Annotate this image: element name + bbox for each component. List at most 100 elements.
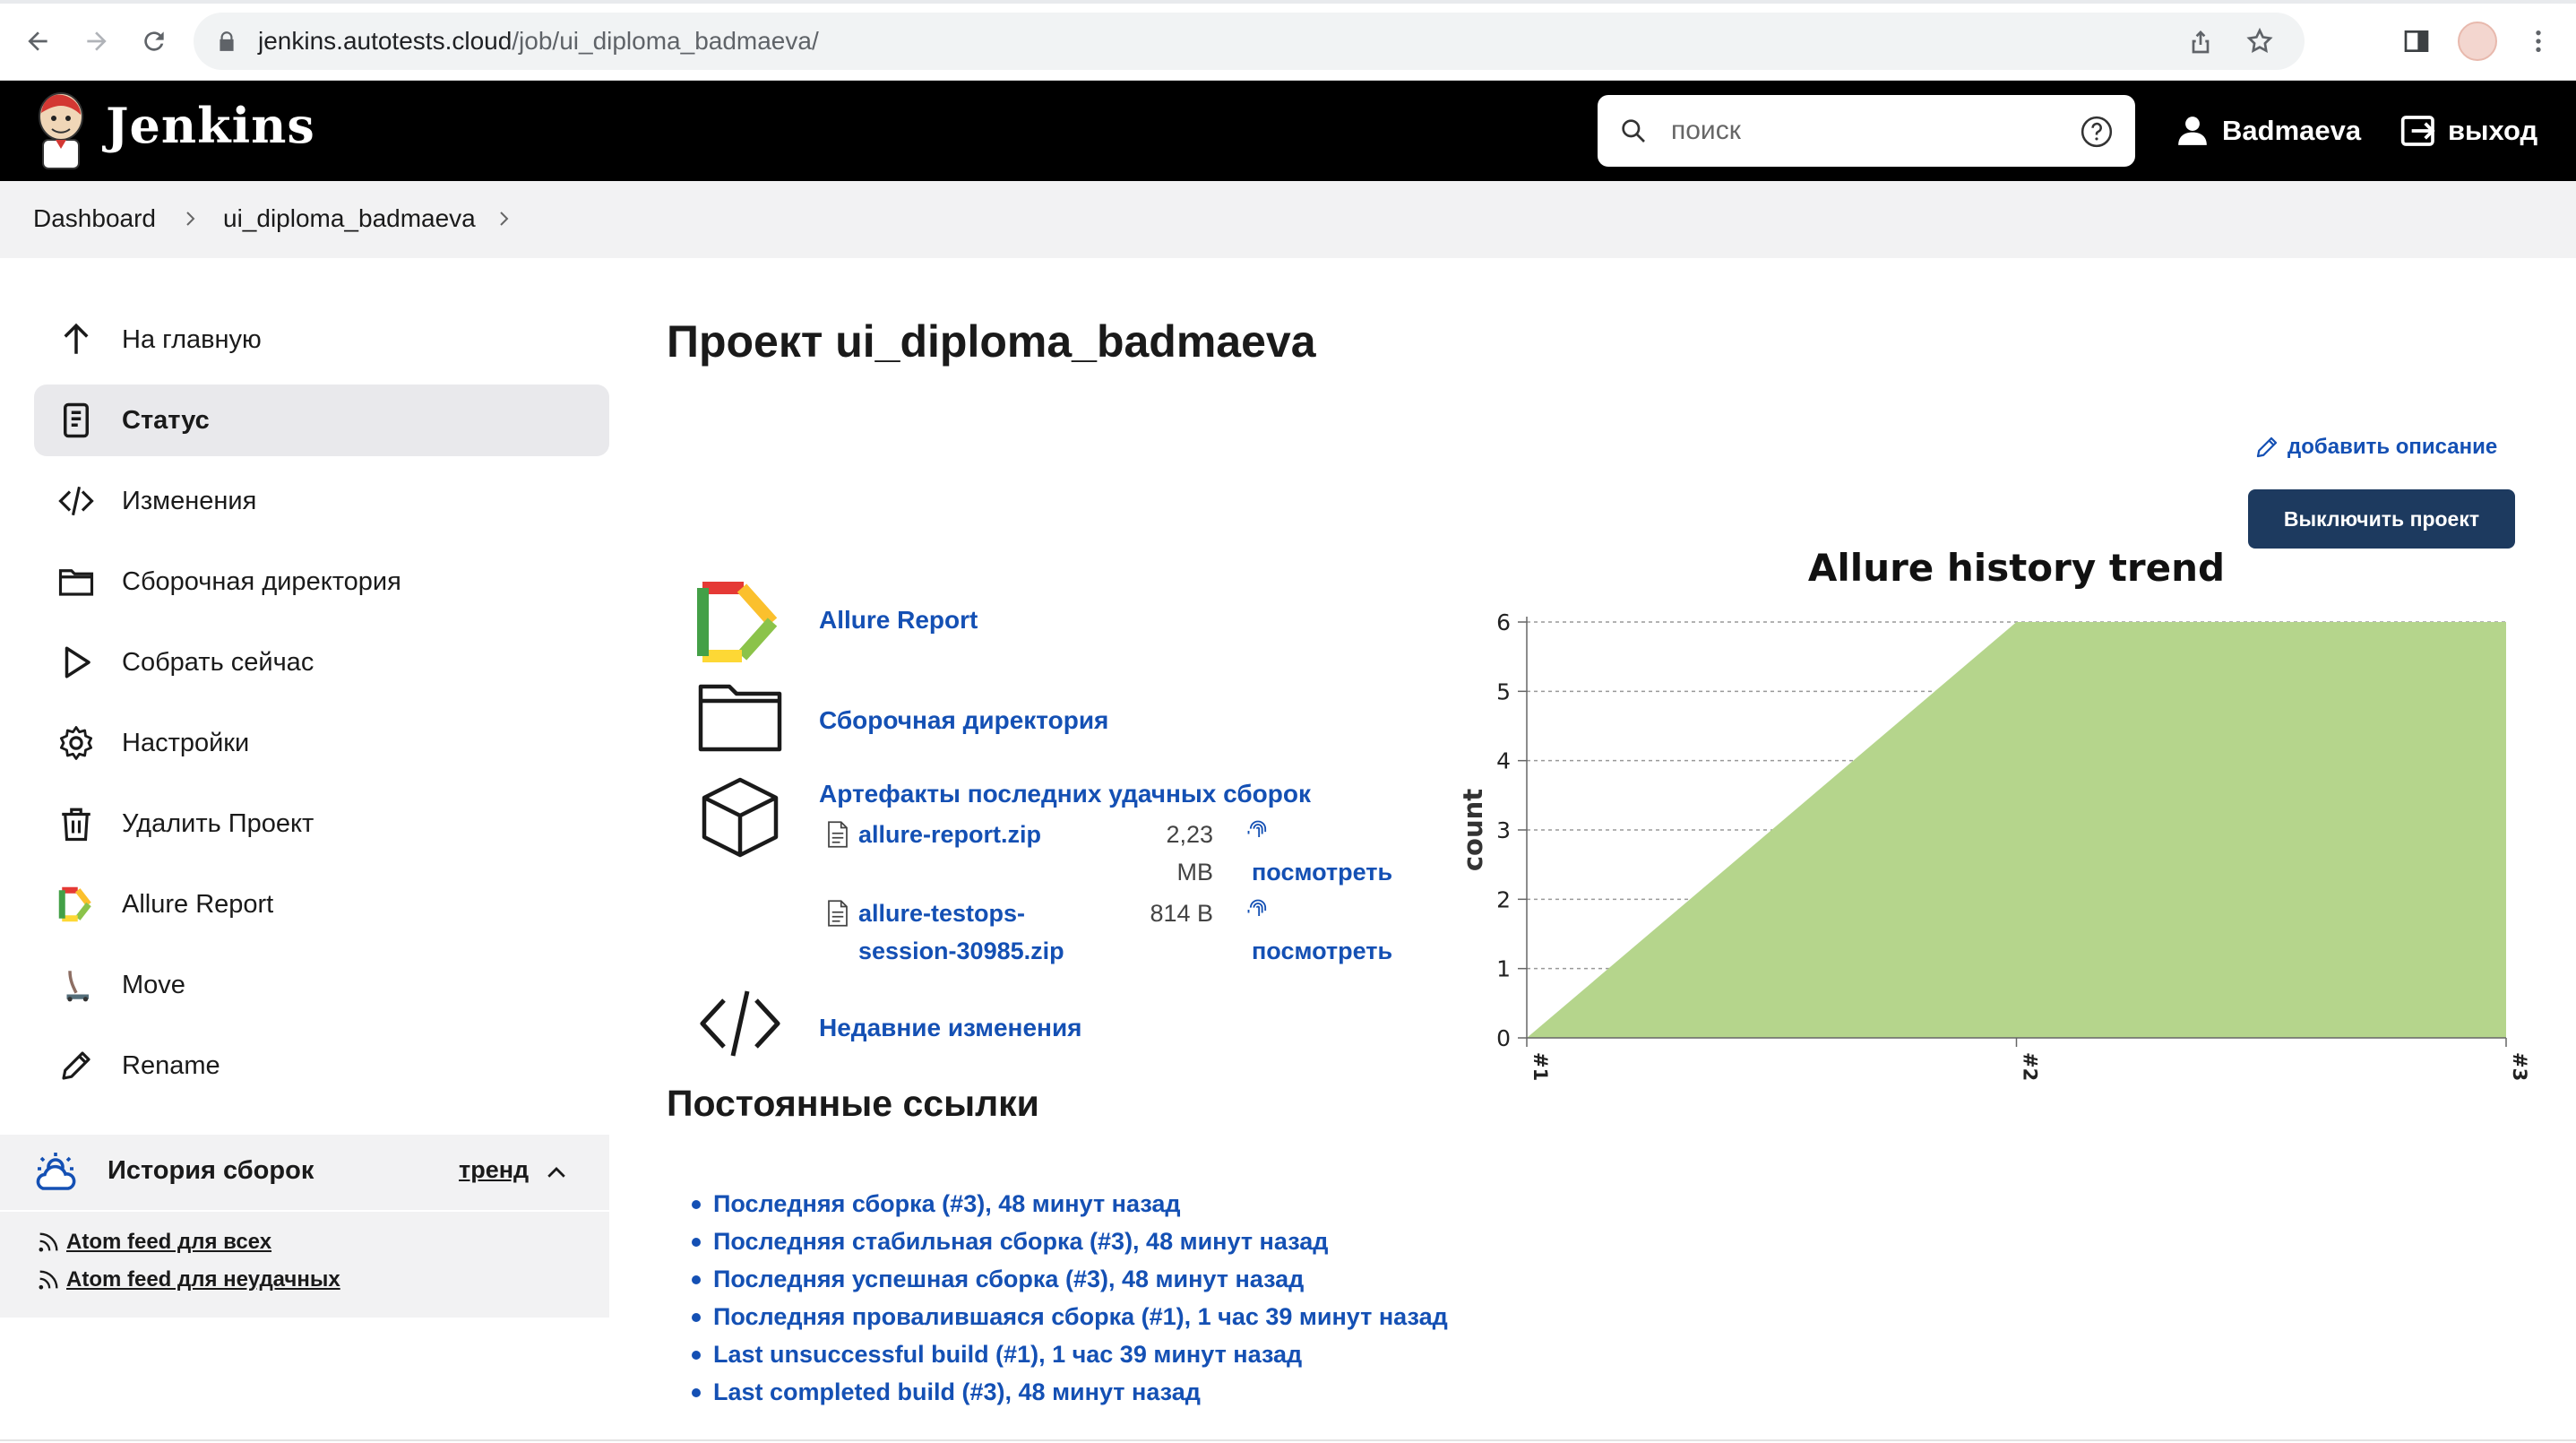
artifact-name-line: allure-testops- — [858, 900, 1026, 927]
code-icon — [58, 486, 94, 516]
rss-icon — [39, 1232, 58, 1252]
chart-title: Allure history trend — [1808, 546, 2225, 590]
x-tick-label: #3 — [2509, 1052, 2530, 1081]
page-title: Проект ui_diploma_badmaeva — [667, 316, 1316, 367]
permalink-last-failed[interactable]: Последняя провалившаяся сборка (#1), 1 ч… — [713, 1303, 1448, 1330]
atom-feed-failed-link[interactable]: Atom feed для неудачных — [36, 1267, 340, 1292]
sidebar-item-home[interactable]: На главную — [34, 304, 609, 376]
atom-feed-all-link[interactable]: Atom feed для всех — [36, 1230, 271, 1255]
fingerprint-icon[interactable] — [1245, 817, 1271, 844]
play-icon — [65, 646, 90, 678]
sidebar-item-label: Собрать сейчас — [122, 647, 314, 677]
artifacts-link[interactable]: Артефакты последних удачных сборок — [819, 780, 1311, 808]
allure-report-link[interactable]: Allure Report — [819, 606, 978, 635]
allure-icon — [58, 886, 91, 922]
y-tick-label: 2 — [1496, 886, 1511, 912]
forward-button[interactable] — [77, 22, 116, 61]
recent-changes-link[interactable]: Недавние изменения — [819, 1014, 1082, 1042]
artifact-view-link[interactable]: посмотреть — [1252, 932, 1392, 970]
list-item: Последняя сборка (#3), 48 минут назад — [692, 1185, 1448, 1223]
permalink-last-build[interactable]: Последняя сборка (#3), 48 минут назад — [713, 1190, 1181, 1217]
build-history-header[interactable]: История сборок тренд — [0, 1135, 609, 1212]
sidebar-item-delete[interactable]: Удалить Проект — [34, 788, 609, 860]
artifact-view-link[interactable]: посмотреть — [1252, 853, 1392, 891]
file-icon — [828, 821, 848, 848]
y-tick-label: 5 — [1496, 678, 1511, 704]
workspace-link[interactable]: Сборочная директория — [819, 706, 1108, 735]
move-icon — [66, 971, 89, 1002]
sidebar-item-label: Allure Report — [122, 889, 274, 919]
file-icon — [828, 900, 848, 927]
y-tick-label: 6 — [1496, 609, 1511, 635]
sidebar-item-changes[interactable]: Изменения — [34, 465, 609, 537]
permalink-last-unsuccessful[interactable]: Last unsuccessful build (#1), 1 час 39 м… — [713, 1341, 1302, 1368]
sidebar-item-settings[interactable]: Настройки — [34, 707, 609, 779]
allure-history-trend-chart[interactable]: Allure history trend count 0 1 2 3 4 5 6 #1 #2 #3 — [1434, 538, 2545, 1111]
url-path: /job/ui_diploma_badmaeva/ — [512, 27, 819, 55]
url-host: jenkins.autotests.cloud — [258, 27, 513, 55]
list-item: Последняя провалившаяся сборка (#1), 1 ч… — [692, 1298, 1448, 1335]
bookmark-star-icon[interactable] — [2245, 27, 2274, 56]
list-item: Последняя стабильная сборка (#3), 48 мин… — [692, 1223, 1448, 1260]
artifact-testops-session-zip[interactable]: allure-testops-session-30985.zip — [858, 894, 1064, 970]
chevron-right-icon[interactable] — [493, 206, 514, 231]
lock-icon — [220, 31, 234, 51]
divider — [0, 1439, 2576, 1441]
sidebar-item-move[interactable]: Move — [34, 949, 609, 1021]
search-input[interactable] — [1671, 111, 2047, 151]
sidebar-item-label: Сборочная директория — [122, 566, 401, 596]
browser-menu-button[interactable] — [2515, 18, 2562, 65]
sidebar-item-workspace[interactable]: Сборочная директория — [34, 546, 609, 618]
sidebar-item-allure-report[interactable]: Allure Report — [34, 868, 609, 940]
breadcrumb-dashboard[interactable]: Dashboard — [33, 204, 156, 233]
permalink-last-successful[interactable]: Последняя успешная сборка (#3), 48 минут… — [713, 1266, 1304, 1292]
address-bar[interactable]: jenkins.autotests.cloud/job/ui_diploma_b… — [194, 13, 2305, 70]
permalink-last-completed[interactable]: Last completed build (#3), 48 минут наза… — [713, 1378, 1201, 1405]
add-description-label: добавить описание — [2287, 435, 2498, 459]
folder-icon — [698, 684, 782, 752]
app-title[interactable]: Jenkins — [106, 97, 315, 154]
sidebar-item-build-now[interactable]: Собрать сейчас — [34, 626, 609, 698]
add-description-link[interactable]: добавить описание — [2253, 434, 2497, 461]
search-icon — [1622, 119, 1645, 143]
y-tick-label: 0 — [1496, 1025, 1511, 1051]
user-name: Badmaeva — [2222, 115, 2362, 146]
back-button[interactable] — [18, 22, 57, 61]
reload-button[interactable] — [134, 22, 174, 61]
pencil-icon — [2256, 436, 2278, 458]
side-panel-button[interactable] — [2393, 18, 2440, 65]
jenkins-logo-icon[interactable] — [32, 90, 90, 172]
user-link[interactable]: Badmaeva — [2175, 106, 2361, 156]
fingerprint-icon[interactable] — [1245, 896, 1271, 923]
chevron-up-icon[interactable] — [543, 1160, 570, 1187]
artifact-size: 814 B — [1150, 900, 1213, 927]
sidebar-item-label: Удалить Проект — [122, 808, 314, 838]
side-panel-icon — [2404, 30, 2429, 52]
artifact-allure-report-zip[interactable]: allure-report.zip — [858, 816, 1041, 853]
trend-link[interactable]: тренд — [459, 1156, 529, 1184]
chevron-right-icon — [186, 212, 195, 226]
y-tick-label: 4 — [1496, 748, 1511, 774]
tab-strip — [0, 0, 2576, 4]
list-item: Last unsuccessful build (#1), 1 час 39 м… — [692, 1335, 1448, 1373]
user-icon — [2178, 117, 2207, 145]
permalink-last-stable[interactable]: Последняя стабильная сборка (#3), 48 мин… — [713, 1228, 1328, 1255]
allure-report-icon — [697, 582, 778, 662]
sidebar-item-label: Rename — [122, 1050, 220, 1080]
sidebar-item-label: Статус — [122, 405, 210, 435]
share-icon[interactable] — [2186, 27, 2215, 56]
sidebar-item-label: Настройки — [122, 728, 250, 757]
sidebar-item-rename[interactable]: Rename — [34, 1030, 609, 1102]
logout-link[interactable]: выход — [2399, 106, 2537, 156]
sidebar-item-label: Move — [122, 970, 185, 999]
help-icon[interactable] — [2080, 115, 2114, 149]
sidebar-item-status[interactable]: Статус — [34, 385, 609, 456]
weather-cloud-icon — [36, 1153, 76, 1190]
breadcrumb-project[interactable]: ui_diploma_badmaeva — [223, 204, 476, 233]
sidebar-item-label: Изменения — [122, 486, 257, 515]
folder-icon — [58, 569, 94, 596]
profile-button[interactable] — [2454, 18, 2501, 65]
y-axis-label: count — [1458, 789, 1488, 871]
permalinks-list: Последняя сборка (#3), 48 минут назад По… — [692, 1185, 1448, 1411]
logout-icon — [2400, 116, 2435, 146]
